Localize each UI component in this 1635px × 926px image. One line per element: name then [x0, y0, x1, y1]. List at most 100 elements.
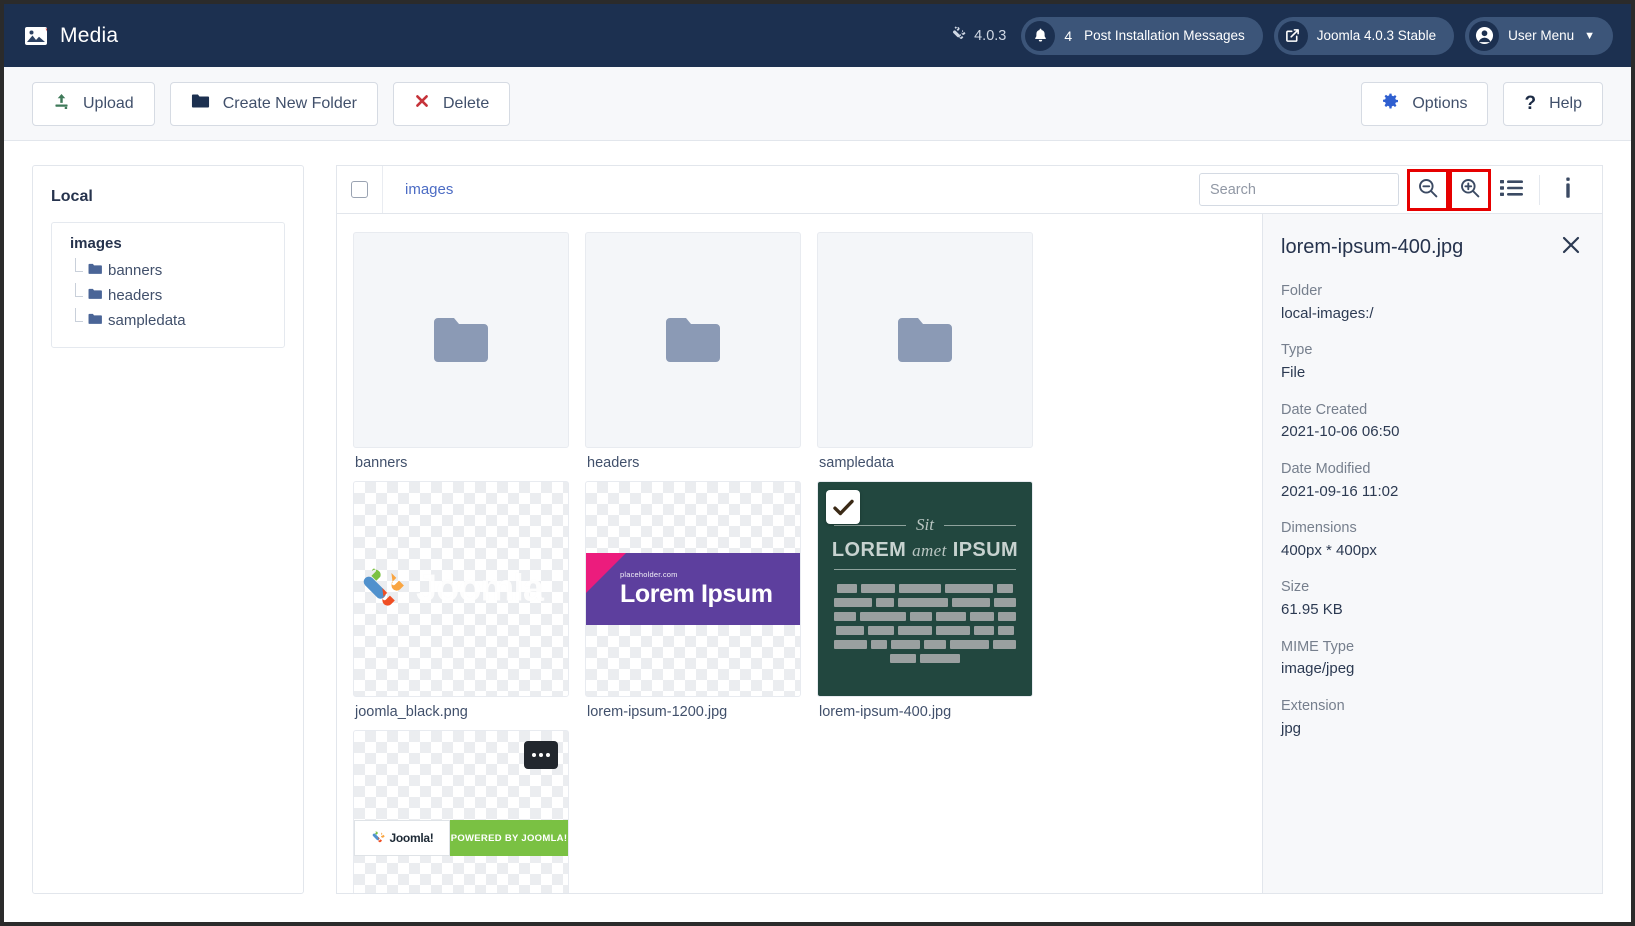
info-field-dimensions: Dimensions 400px * 400px: [1281, 518, 1584, 562]
joomla-logo-icon: [358, 562, 408, 617]
info-panel: lorem-ipsum-400.jpg Folder local-images:…: [1262, 214, 1602, 893]
item-actions-button[interactable]: [524, 741, 558, 769]
info-field-folder: Folder local-images:/: [1281, 281, 1584, 325]
media-manager-window: Media 4.0.3 4 Post Installation Messages…: [0, 0, 1635, 926]
joomla-version: 4.0.3: [952, 26, 1006, 45]
folder-icon: [666, 318, 720, 362]
lorem400-title: LOREM amet IPSUM: [832, 539, 1018, 562]
media-item-headers[interactable]: headers: [585, 232, 801, 471]
messages-count: 4: [1064, 27, 1073, 44]
help-button[interactable]: ? Help: [1503, 81, 1603, 126]
post-installation-messages-button[interactable]: 4 Post Installation Messages: [1021, 16, 1263, 55]
create-new-folder-label: Create New Folder: [222, 94, 357, 112]
info-panel-title: lorem-ipsum-400.jpg: [1281, 236, 1464, 258]
upload-button[interactable]: Upload: [32, 81, 155, 126]
media-item-powered-by[interactable]: Joomla! POWERED BY JOOMLA! powered_by.pn…: [353, 730, 569, 893]
image-thumbnail: Joomla! POWERED BY JOOMLA!: [353, 730, 569, 893]
joomla-black-artwork: Joomla: [354, 562, 544, 617]
media-item-label: headers: [587, 455, 640, 471]
joomla-logo-icon: [952, 26, 967, 45]
info-icon: [1564, 177, 1572, 202]
media-item-label: joomla_black.png: [355, 704, 468, 720]
info-toggle-button[interactable]: [1548, 170, 1588, 210]
upload-label: Upload: [83, 94, 134, 112]
select-all-checkbox[interactable]: [351, 181, 368, 198]
info-field-label: Folder: [1281, 283, 1323, 299]
info-field-label: Dimensions: [1281, 520, 1357, 536]
tree-root-images[interactable]: images: [66, 235, 270, 252]
info-field-value: 400px * 400px: [1281, 541, 1377, 559]
info-field-label: Size: [1281, 579, 1310, 596]
selected-checkmark-icon[interactable]: [826, 490, 860, 524]
search-input[interactable]: [1199, 173, 1399, 206]
powered-by-badge: POWERED BY JOOMLA!: [450, 820, 568, 856]
joomla-stable-label: Joomla 4.0.3 Stable: [1316, 28, 1437, 43]
joomla-version-label: 4.0.3: [974, 27, 1007, 44]
info-field-value: 2021-09-16 11:02: [1281, 482, 1399, 500]
media-item-joomla-black[interactable]: Joomla joomla_black.png: [353, 481, 569, 720]
tree-item-label: sampledata: [108, 312, 186, 329]
media-grid: banners headers sampledata Joomla joomla…: [337, 214, 1262, 893]
info-field-label: Extension: [1281, 697, 1345, 714]
page-title: Media: [60, 23, 119, 47]
tree-item-headers[interactable]: headers: [66, 283, 270, 308]
text-line: [834, 612, 1016, 621]
folder-thumbnail: [817, 232, 1033, 448]
text-line: [834, 598, 1016, 607]
breadcrumb[interactable]: images: [383, 181, 453, 198]
options-button[interactable]: Options: [1361, 81, 1489, 126]
upload-icon: [53, 93, 70, 115]
media-item-lorem-ipsum-400[interactable]: Sit LOREM amet IPSUM lorem-ipsum-400.jpg: [817, 481, 1033, 720]
joomla-wordmark: Joomla: [416, 567, 544, 610]
media-browser: images Search banners headers sampledata…: [336, 165, 1603, 894]
info-field-value: jpg: [1281, 719, 1302, 737]
delete-label: Delete: [442, 94, 490, 112]
text-line: [834, 654, 1016, 663]
zoom-out-button[interactable]: [1407, 168, 1449, 211]
user-menu-button[interactable]: User Menu ▼: [1465, 16, 1613, 55]
text-line: [834, 640, 1016, 649]
select-all-cell: [337, 166, 383, 213]
list-view-icon: [1499, 179, 1523, 200]
media-item-banners[interactable]: banners: [353, 232, 569, 471]
delete-button[interactable]: Delete: [392, 81, 511, 126]
browser-tools: [1199, 166, 1602, 213]
create-new-folder-button[interactable]: Create New Folder: [169, 81, 378, 126]
info-field-value: local-images:/: [1281, 304, 1374, 322]
info-field-extension: Extension jpg: [1281, 696, 1584, 740]
user-circle-icon: [1469, 20, 1500, 51]
joomla-stable-button[interactable]: Joomla 4.0.3 Stable: [1273, 16, 1455, 55]
media-item-lorem-ipsum-1200[interactable]: placeholder.com Lorem Ipsum lorem-ipsum-…: [585, 481, 801, 720]
browser-content: banners headers sampledata Joomla joomla…: [337, 214, 1602, 893]
action-toolbar: Upload Create New Folder Delete Options …: [4, 67, 1631, 141]
question-mark-icon: ?: [1524, 93, 1537, 114]
image-thumbnail-selected: Sit LOREM amet IPSUM: [817, 481, 1033, 697]
info-field-label: Type: [1281, 342, 1313, 359]
media-item-label: sampledata: [819, 455, 894, 471]
info-field-date-modified: Date Modified 2021-09-16 11:02: [1281, 459, 1584, 503]
media-item-label: lorem-ipsum-1200.jpg: [587, 704, 728, 720]
media-item-sampledata[interactable]: sampledata: [817, 232, 1033, 471]
rule-line-left: [834, 524, 907, 526]
brand: Media: [24, 24, 118, 48]
zoom-in-button[interactable]: [1449, 168, 1491, 211]
folder-icon: [88, 287, 102, 304]
close-icon[interactable]: [1550, 232, 1584, 263]
list-view-button[interactable]: [1491, 170, 1531, 210]
info-field-label: MIME Type: [1281, 638, 1355, 655]
user-menu-label: User Menu: [1508, 28, 1575, 43]
image-icon: [24, 26, 48, 46]
tree-item-sampledata[interactable]: sampledata: [66, 308, 270, 333]
folder-icon: [191, 93, 210, 114]
rule-line-right: [943, 524, 1017, 526]
info-field-label: Date Created: [1281, 401, 1368, 418]
tools-divider: [1539, 174, 1540, 205]
browser-header: images: [337, 166, 1602, 214]
text-line: [834, 626, 1016, 635]
powered-by-brand: Joomla!: [354, 820, 450, 856]
media-item-label: banners: [355, 455, 408, 471]
tree-item-banners[interactable]: banners: [66, 258, 270, 283]
lorem400-text-blocks: [834, 584, 1016, 663]
folder-tree: images banners headers sampledata: [51, 222, 285, 348]
lorem400-rule: Sit: [834, 515, 1017, 535]
